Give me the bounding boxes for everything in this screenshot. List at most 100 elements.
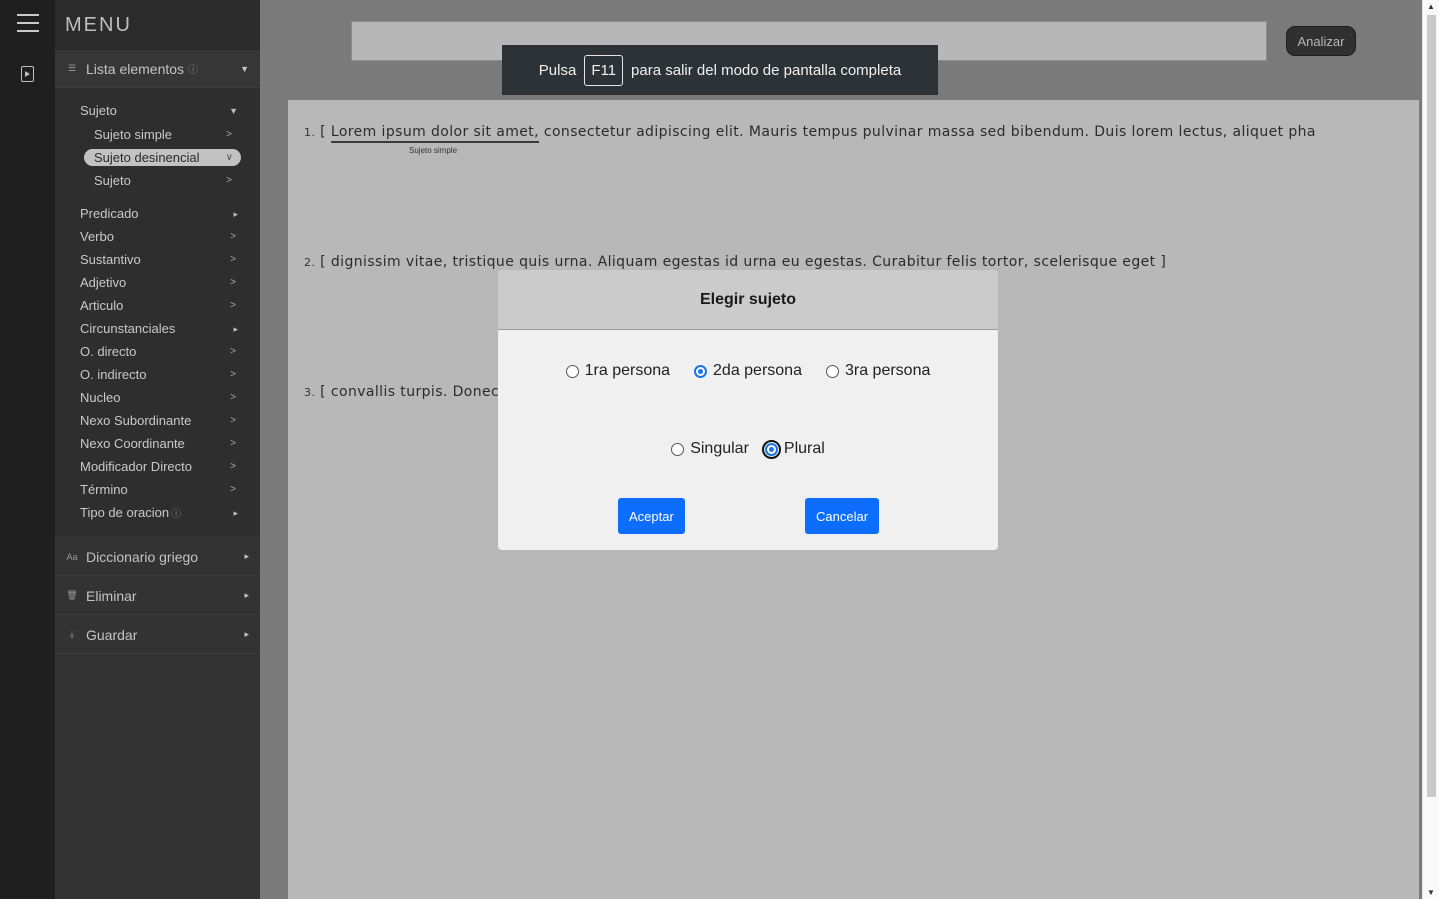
analyze-button[interactable]: Analizar — [1286, 26, 1356, 56]
sidebar-item-modificador-directo[interactable]: Modificador Directo > — [80, 457, 240, 477]
sentence-line-1[interactable]: 1. [ Lorem ipsum dolor sit amet, consect… — [304, 124, 1316, 143]
line-number: 1. — [304, 126, 316, 139]
fullscreen-toast: Pulsa F11 para salir del modo de pantall… — [502, 45, 938, 95]
toast-prefix: Pulsa — [538, 61, 577, 79]
chevron-right-icon: > — [230, 438, 236, 449]
chevron-right-icon: > — [230, 300, 236, 311]
scroll-down-arrow-icon[interactable]: ▼ — [1427, 888, 1435, 897]
radio-1ra-persona[interactable]: 1ra persona — [565, 362, 671, 380]
sidebar-item-nexo-subordinante[interactable]: Nexo Subordinante > — [80, 411, 240, 431]
section-diccionario-griego[interactable]: Aa Diccionario griego ▸ — [55, 538, 260, 576]
numero-radio-group: Singular Plural — [498, 439, 998, 459]
key-badge: F11 — [584, 54, 624, 86]
sidebar-item-sujeto[interactable]: Sujeto ▼ — [80, 101, 240, 121]
radio-circle[interactable] — [671, 442, 685, 456]
sidebar-item-articulo[interactable]: Articulo > — [80, 296, 240, 316]
radio-3ra-persona[interactable]: 3ra persona — [825, 362, 930, 380]
radio-circle[interactable] — [565, 364, 579, 378]
bracket-open: [ — [320, 384, 327, 400]
caret-right-icon: ▸ — [233, 324, 238, 334]
radio-circle-selected[interactable] — [761, 439, 781, 459]
choose-subject-dialog: Elegir sujeto 1ra persona 2da persona 3r… — [498, 270, 998, 550]
radio-label: 2da persona — [713, 362, 802, 379]
item-label: Término — [80, 482, 128, 497]
bracket-open: [ — [320, 254, 327, 270]
hamburger-menu-icon[interactable] — [17, 14, 39, 32]
document-icon[interactable] — [21, 66, 34, 82]
sidebar-item-o-indirecto[interactable]: O. indirecto > — [80, 365, 240, 385]
section-label: Diccionario griego — [86, 548, 199, 565]
item-label: Nexo Coordinante — [80, 436, 185, 451]
sidebar-item-adjetivo[interactable]: Adjetivo > — [80, 273, 240, 293]
subitem-sujeto[interactable]: Sujeto > — [94, 172, 240, 189]
caret-right-icon: ▸ — [244, 590, 249, 600]
sidebar-item-tipo-de-oracion[interactable]: Tipo de oracion ⓘ ▸ — [80, 503, 240, 523]
line-number: 2. — [304, 256, 316, 269]
dialog-title: Elegir sujeto — [498, 270, 998, 330]
subitem-sujeto-desinencial[interactable]: Sujeto desinencial ∨ — [84, 149, 241, 166]
sidebar-item-sustantivo[interactable]: Sustantivo > — [80, 250, 240, 270]
line-number: 3. — [304, 386, 316, 399]
chevron-right-icon: > — [230, 277, 236, 288]
caret-down-icon: ▼ — [240, 63, 249, 74]
item-label: O. directo — [80, 344, 137, 359]
chevron-right-icon: > — [230, 346, 236, 357]
radio-circle[interactable] — [825, 364, 839, 378]
sidebar-item-termino[interactable]: Término > — [80, 480, 240, 500]
scroll-thumb[interactable] — [1427, 15, 1436, 797]
font-icon: Aa — [66, 551, 78, 562]
annotation-label: Sujeto simple — [409, 146, 458, 155]
item-label: Circunstanciales — [80, 321, 176, 336]
info-icon[interactable]: ⓘ — [171, 509, 181, 520]
radio-plural[interactable]: Plural — [761, 439, 825, 459]
cancel-button[interactable]: Cancelar — [805, 498, 880, 534]
chevron-right-icon: > — [230, 415, 236, 426]
radio-label: Singular — [690, 440, 749, 457]
radio-label: Plural — [783, 440, 825, 457]
item-label: Sustantivo — [80, 252, 141, 267]
download-icon: ⤓ — [70, 629, 74, 639]
menu-header: MENU — [55, 0, 260, 50]
radio-2da-persona[interactable]: 2da persona — [694, 362, 802, 380]
sentence-text: dignissim vitae, tristique quis urna. Al… — [330, 254, 1156, 270]
elements-list: Sujeto ▼ Sujeto simple > Sujeto desinenc… — [55, 88, 260, 536]
caret-right-icon: ▸ — [244, 629, 249, 639]
scroll-up-arrow-icon[interactable]: ▲ — [1427, 2, 1435, 11]
sidebar-item-nucleo[interactable]: Nucleo > — [80, 388, 240, 408]
subitem-label: Sujeto simple — [94, 127, 173, 142]
section-label: Lista elementos — [86, 60, 185, 77]
sentence-line-3[interactable]: 3. [ convallis turpis. Donec — [304, 384, 499, 400]
chevron-right-icon: > — [226, 129, 232, 140]
section-guardar[interactable]: ⤓ Guardar ▸ — [55, 616, 260, 654]
sidebar-item-nexo-coordinante[interactable]: Nexo Coordinante > — [80, 434, 240, 454]
subitem-label: Sujeto — [94, 173, 131, 188]
caret-right-icon: ▸ — [233, 209, 238, 219]
radio-label: 1ra persona — [584, 362, 671, 379]
scrollbar[interactable]: ▲ ▼ — [1422, 0, 1439, 899]
chevron-right-icon: > — [226, 175, 232, 186]
section-eliminar[interactable]: 🗑 Eliminar ▸ — [55, 577, 260, 615]
radio-singular[interactable]: Singular — [671, 440, 749, 458]
subitem-label: Sujeto desinencial — [94, 150, 200, 165]
item-label: Articulo — [80, 298, 124, 313]
subitem-sujeto-simple[interactable]: Sujeto simple > — [94, 126, 240, 143]
sidebar-item-predicado[interactable]: Predicado ▸ — [80, 204, 240, 224]
radio-circle-selected[interactable] — [694, 364, 708, 378]
caret-down-icon: ▼ — [229, 106, 238, 116]
item-label: Tipo de oracion — [80, 505, 170, 520]
info-icon[interactable]: ⓘ — [188, 61, 198, 76]
item-label: O. indirecto — [80, 367, 147, 382]
sentence-text: consectetur adipiscing elit. Mauris temp… — [543, 124, 1316, 140]
sidebar-item-verbo[interactable]: Verbo > — [80, 227, 240, 247]
item-label: Nexo Subordinante — [80, 413, 192, 428]
sidebar-item-circunstanciales[interactable]: Circunstanciales ▸ — [80, 319, 240, 339]
menu-title: MENU — [65, 14, 132, 36]
accept-button[interactable]: Aceptar — [618, 498, 685, 534]
caret-right-icon: ▸ — [244, 551, 249, 561]
bracket-open: [ — [320, 124, 327, 140]
chevron-right-icon: > — [230, 254, 236, 265]
sentence-line-2[interactable]: 2. [ dignissim vitae, tristique quis urn… — [304, 254, 1166, 270]
annotated-span[interactable]: Lorem ipsum dolor sit amet, — [330, 124, 539, 143]
sidebar-item-o-directo[interactable]: O. directo > — [80, 342, 240, 362]
section-lista-elementos[interactable]: ☰ Lista elementos ⓘ ▼ — [55, 50, 260, 88]
